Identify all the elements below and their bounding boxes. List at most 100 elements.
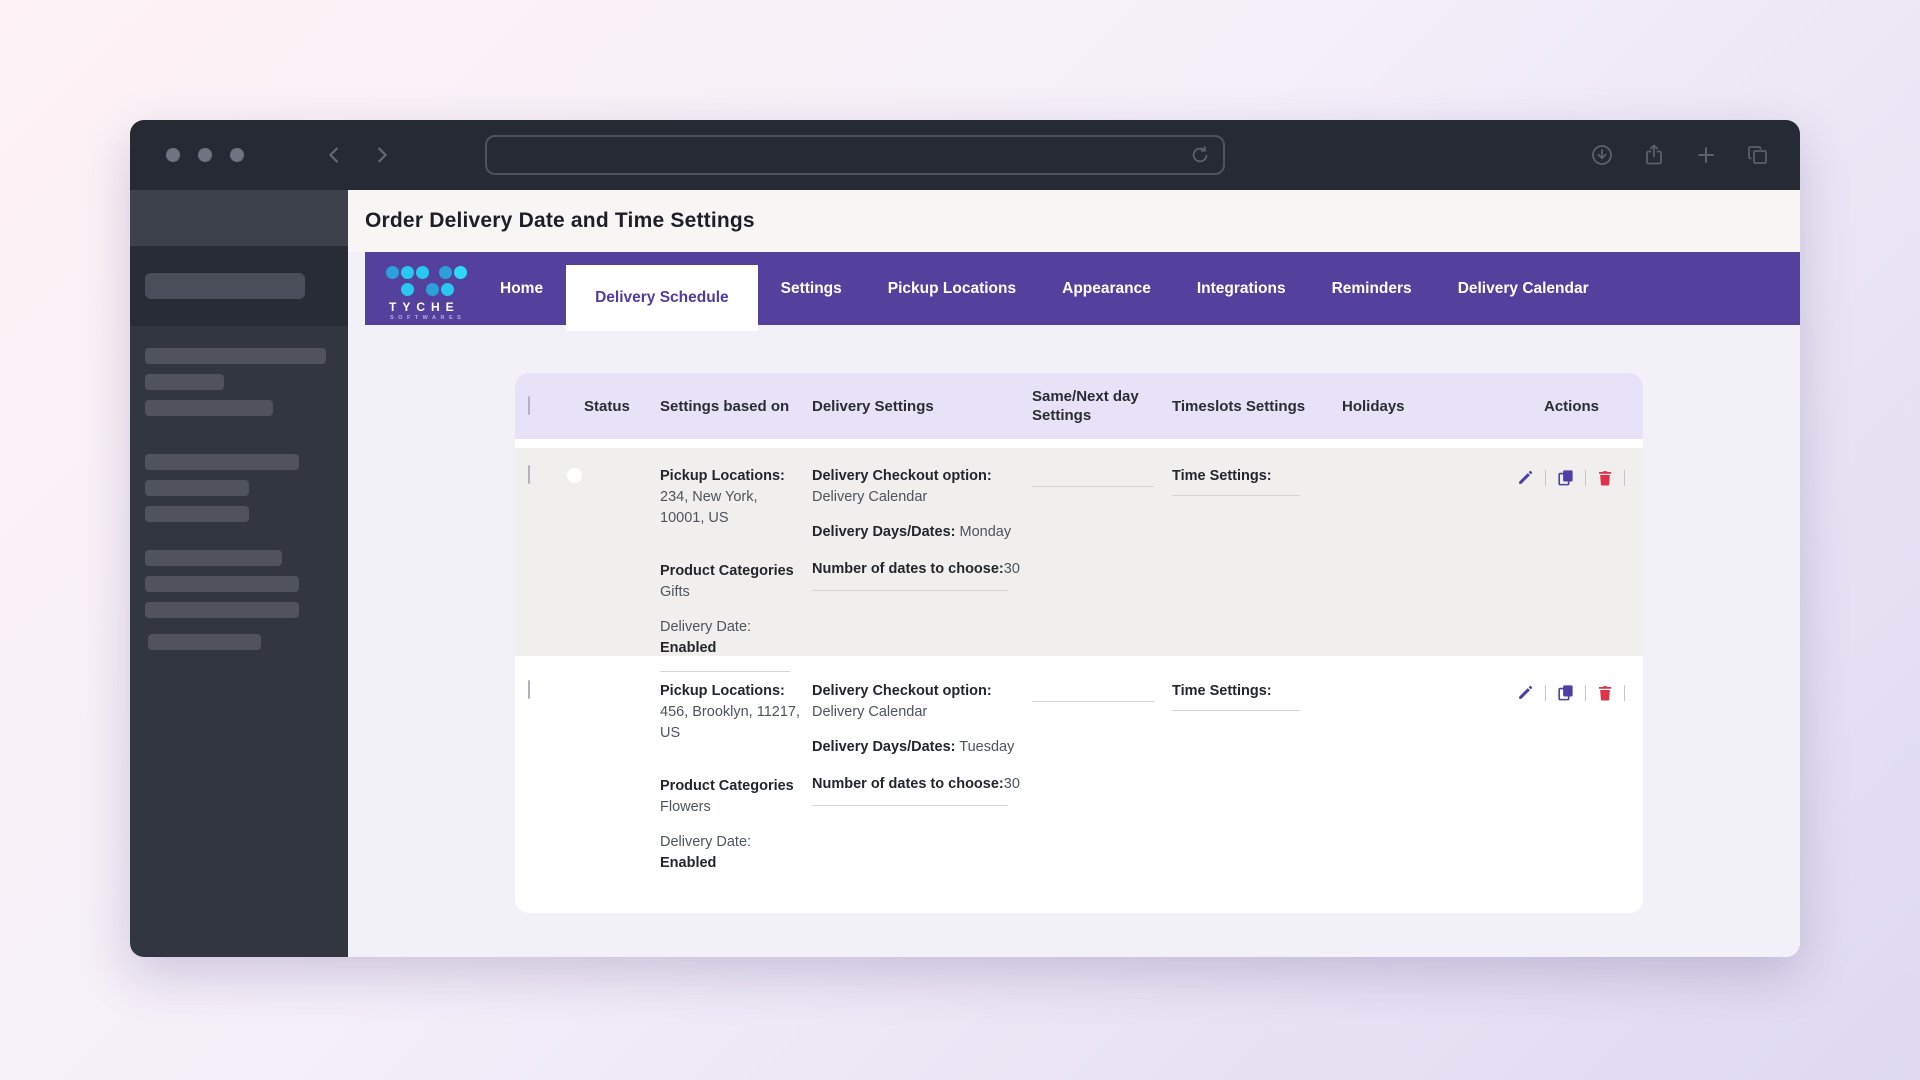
column-header-actions: Actions — [1500, 397, 1643, 416]
column-header-holidays: Holidays — [1330, 397, 1500, 416]
new-tab-icon[interactable] — [1694, 143, 1718, 167]
pickup-locations-value: 456, Brooklyn, 11217, US — [660, 702, 800, 744]
select-all-checkbox[interactable] — [528, 396, 530, 415]
edit-icon[interactable] — [1516, 468, 1535, 487]
divider — [1585, 685, 1586, 701]
delivery-date-value: Enabled — [660, 638, 800, 659]
table-header: Status Settings based on Delivery Settin… — [515, 373, 1643, 439]
delivery-days-value: Monday — [960, 524, 1012, 540]
sidebar-skeleton-bar — [148, 634, 261, 650]
window-control-dot[interactable] — [230, 148, 244, 162]
timeslots-cell: Time Settings: — [1160, 681, 1330, 711]
sidebar-top-band — [130, 190, 348, 246]
logo-dot — [386, 266, 399, 279]
column-header-same-next-day: Same/Next day Settings — [1020, 387, 1160, 425]
address-bar[interactable] — [485, 135, 1225, 175]
duplicate-icon[interactable] — [1556, 683, 1575, 702]
logo-dot — [441, 283, 454, 296]
dates-count-value: 30 — [1004, 561, 1020, 577]
sidebar-skeleton-bar — [145, 550, 282, 566]
delivery-settings-cell: Delivery Checkout option: Delivery Calen… — [800, 681, 1020, 806]
divider — [812, 590, 1008, 591]
main-content: Order Delivery Date and Time Settings TY… — [348, 190, 1800, 957]
logo-dot — [401, 283, 414, 296]
table-row: Pickup Locations: 234, New York, 10001, … — [515, 448, 1643, 656]
download-icon[interactable] — [1590, 143, 1614, 167]
logo-sub-text: SOFTWARES — [390, 315, 465, 321]
table-row: Pickup Locations: 456, Brooklyn, 11217, … — [515, 663, 1643, 913]
settings-based-on-cell: Pickup Locations: 456, Brooklyn, 11217, … — [648, 681, 800, 874]
browser-window: Order Delivery Date and Time Settings TY… — [130, 120, 1800, 957]
tab-delivery-calendar[interactable]: Delivery Calendar — [1435, 252, 1612, 325]
pickup-locations-label: Pickup Locations: — [660, 466, 800, 487]
window-controls — [166, 148, 244, 162]
product-categories-value: Flowers — [660, 797, 800, 818]
delivery-date-label: Delivery Date: — [660, 832, 800, 853]
tab-integrations[interactable]: Integrations — [1174, 252, 1309, 325]
checkout-option-value: Delivery Calendar — [812, 487, 1020, 508]
refresh-icon[interactable] — [1189, 144, 1211, 166]
column-header-delivery-settings: Delivery Settings — [800, 397, 1020, 416]
checkout-option-label: Delivery Checkout option: — [812, 681, 1020, 702]
delivery-days-label: Delivery Days/Dates: — [812, 524, 955, 540]
edit-icon[interactable] — [1516, 683, 1535, 702]
window-control-dot[interactable] — [198, 148, 212, 162]
sidebar-menu — [130, 326, 348, 660]
toggle-knob — [567, 683, 582, 698]
logo-dot — [401, 266, 414, 279]
delivery-days-label: Delivery Days/Dates: — [812, 739, 955, 755]
delivery-settings-cell: Delivery Checkout option: Delivery Calen… — [800, 466, 1020, 591]
actions-cell — [1500, 466, 1643, 487]
pickup-locations-value: 234, New York, 10001, US — [660, 487, 800, 529]
sidebar-skeleton-bar — [145, 576, 299, 592]
tabs-overview-icon[interactable] — [1746, 143, 1770, 167]
divider — [1624, 685, 1625, 701]
tab-delivery-schedule[interactable]: Delivery Schedule — [566, 265, 758, 331]
tab-home[interactable]: Home — [477, 252, 566, 325]
sidebar-skeleton-bar — [145, 454, 299, 470]
admin-sidebar — [130, 190, 348, 957]
divider — [1172, 495, 1300, 496]
share-icon[interactable] — [1642, 143, 1666, 167]
divider — [812, 805, 1008, 806]
checkout-option-label: Delivery Checkout option: — [812, 466, 1020, 487]
column-header-timeslots: Timeslots Settings — [1160, 397, 1330, 416]
divider — [1545, 470, 1546, 486]
toggle-knob — [567, 468, 582, 483]
delete-icon[interactable] — [1596, 469, 1614, 487]
forward-icon[interactable] — [370, 144, 392, 166]
column-header-status: Status — [572, 397, 648, 416]
settings-based-on-cell: Pickup Locations: 234, New York, 10001, … — [648, 466, 800, 672]
sidebar-skeleton-bar — [145, 400, 273, 416]
browser-chrome — [130, 120, 1800, 190]
plugin-navbar: TYCHE SOFTWARES Home Delivery Schedule S… — [365, 252, 1800, 325]
divider — [660, 671, 790, 672]
window-control-dot[interactable] — [166, 148, 180, 162]
timeslots-cell: Time Settings: — [1160, 466, 1330, 496]
row-checkbox[interactable] — [528, 680, 530, 699]
divider — [1172, 710, 1300, 711]
dates-count-value: 30 — [1004, 776, 1020, 792]
dates-count-label: Number of dates to choose: — [812, 561, 1004, 577]
duplicate-icon[interactable] — [1556, 468, 1575, 487]
same-next-day-cell — [1020, 466, 1160, 487]
back-icon[interactable] — [324, 144, 346, 166]
divider — [1032, 486, 1154, 487]
tyche-logo: TYCHE SOFTWARES — [365, 252, 477, 325]
logo-dot — [426, 283, 439, 296]
divider — [1032, 701, 1154, 702]
row-checkbox[interactable] — [528, 465, 530, 484]
sidebar-skeleton-bar — [145, 506, 249, 522]
sidebar-highlight-band — [130, 246, 348, 326]
tab-settings[interactable]: Settings — [758, 252, 865, 325]
delete-icon[interactable] — [1596, 684, 1614, 702]
sidebar-skeleton-bar — [145, 348, 326, 364]
tab-reminders[interactable]: Reminders — [1309, 252, 1435, 325]
sidebar-skeleton-bar — [145, 602, 299, 618]
delivery-days-value: Tuesday — [959, 739, 1014, 755]
column-header-settings-based-on: Settings based on — [648, 397, 800, 416]
tab-pickup-locations[interactable]: Pickup Locations — [865, 252, 1039, 325]
divider — [1585, 470, 1586, 486]
tab-appearance[interactable]: Appearance — [1039, 252, 1174, 325]
product-categories-value: Gifts — [660, 582, 800, 603]
